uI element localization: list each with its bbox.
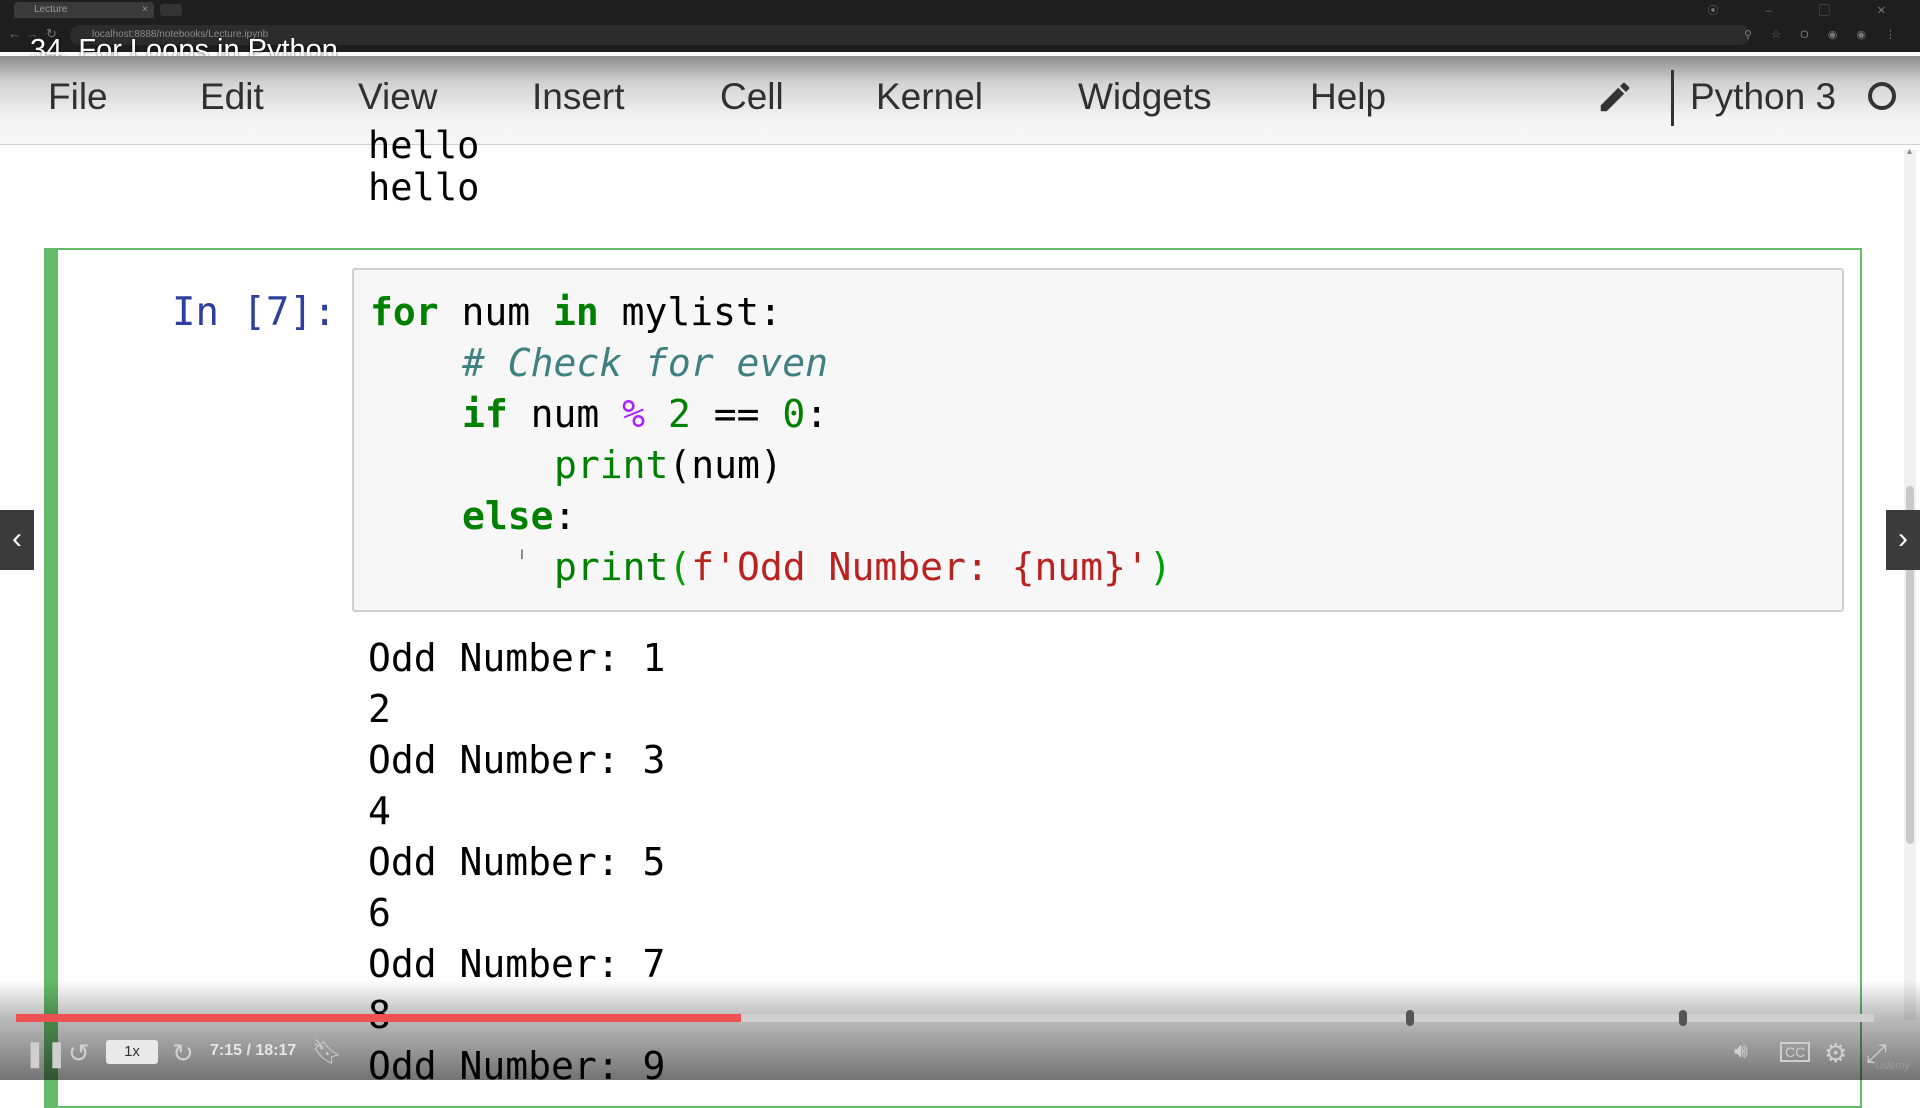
menu-edit[interactable]: Edit [200,76,264,118]
output-line: 6 [368,891,391,935]
back-icon[interactable]: ← [8,26,21,41]
kernel-idle-icon [1868,82,1896,110]
add-bookmark-icon[interactable]: 🔖︎ [312,1038,342,1067]
pause-icon[interactable]: ❚❚ [24,1038,68,1069]
browser-tab[interactable]: Lecture × [14,2,154,18]
code-token: num [507,392,623,436]
code-comment: # Check for even [462,341,829,385]
captions-icon[interactable]: CC [1780,1042,1811,1062]
menubar: File Edit View Insert Cell Kernel Widget… [0,56,1920,145]
menu-help[interactable]: Help [1310,76,1386,118]
video-player-bar [0,980,1920,1080]
extension-icons[interactable]: ⚲ ☆ O ◉ ◉ ⋮ [1744,28,1904,41]
window-controls[interactable]: ⦿ – ▢ ✕ [1707,2,1908,18]
bookmark-marker[interactable] [1405,1010,1414,1026]
prev-output-line: hello [368,166,480,209]
code-token: for [370,290,439,334]
code-token: {num} [1011,545,1126,589]
pencil-icon[interactable] [1596,78,1634,116]
code-token: if [462,392,508,436]
menu-widgets[interactable]: Widgets [1078,76,1212,118]
code-line-6[interactable]: print(f'Odd Number: {num}') [554,545,1172,589]
text-cursor-icon: I [520,546,524,562]
menu-view[interactable]: View [358,76,438,118]
code-line-5[interactable]: else: [462,494,576,538]
code-token: ) [1148,545,1172,589]
tab-close-icon[interactable]: × [142,2,148,18]
bookmark-marker[interactable] [1678,1010,1687,1026]
time-display: 7:15 / 18:17 [210,1042,297,1059]
code-token: (num) [668,443,783,487]
menu-cell[interactable]: Cell [720,76,784,118]
code-token: else [462,494,554,538]
code-token: 2 [667,392,691,436]
settings-gear-icon[interactable]: ⚙ [1824,1038,1847,1069]
code-token: : [553,494,577,538]
code-token: ' [1125,545,1149,589]
code-token: % [622,392,646,436]
kernel-separator [1671,70,1674,126]
volume-icon[interactable]: 🔊︎ [1734,1038,1748,1064]
code-token: 0 [782,392,806,436]
forward-icon[interactable]: ↻ [172,1038,194,1069]
brand-watermark: Udemy [1875,1060,1910,1072]
tab-title: Lecture [34,4,68,15]
scroll-up-icon[interactable]: ▴ [1907,146,1912,157]
previous-lecture-arrow-icon[interactable]: ‹ [0,510,34,570]
next-lecture-arrow-icon[interactable]: › [1886,510,1920,570]
menu-file[interactable]: File [48,76,108,118]
code-token: in [553,290,599,334]
rewind-icon[interactable]: ↺ [68,1038,90,1069]
code-token: num [438,290,554,334]
code-line-3[interactable]: if num % 2 == 0: [462,392,828,436]
new-tab-button[interactable] [160,4,182,16]
code-token: print [554,443,669,487]
kernel-name[interactable]: Python 3 [1690,76,1836,118]
output-line: 4 [368,789,391,833]
code-line-2[interactable]: # Check for even [462,341,828,385]
code-token: mylist: [598,290,782,334]
output-line: Odd Number: 1 [368,636,666,680]
menu-kernel[interactable]: Kernel [876,76,983,118]
code-token: : [805,392,829,436]
output-line: 2 [368,687,391,731]
output-line: Odd Number: 3 [368,738,666,782]
output-line: Odd Number: 5 [368,840,666,884]
code-token: print [554,545,669,589]
code-line-1[interactable]: for num in mylist: [370,290,782,334]
code-line-4[interactable]: print(num) [554,443,783,487]
code-token: 'Odd Number: [714,545,1012,589]
code-token: ( [668,545,692,589]
code-token: f [691,545,715,589]
prev-output-line: hello [368,124,480,167]
progress-fill [16,1014,741,1022]
menu-insert[interactable]: Insert [532,76,625,118]
cell-prompt: In [7]: [172,290,337,335]
code-token: == [690,392,783,436]
playback-speed-button[interactable]: 1x [106,1040,158,1064]
